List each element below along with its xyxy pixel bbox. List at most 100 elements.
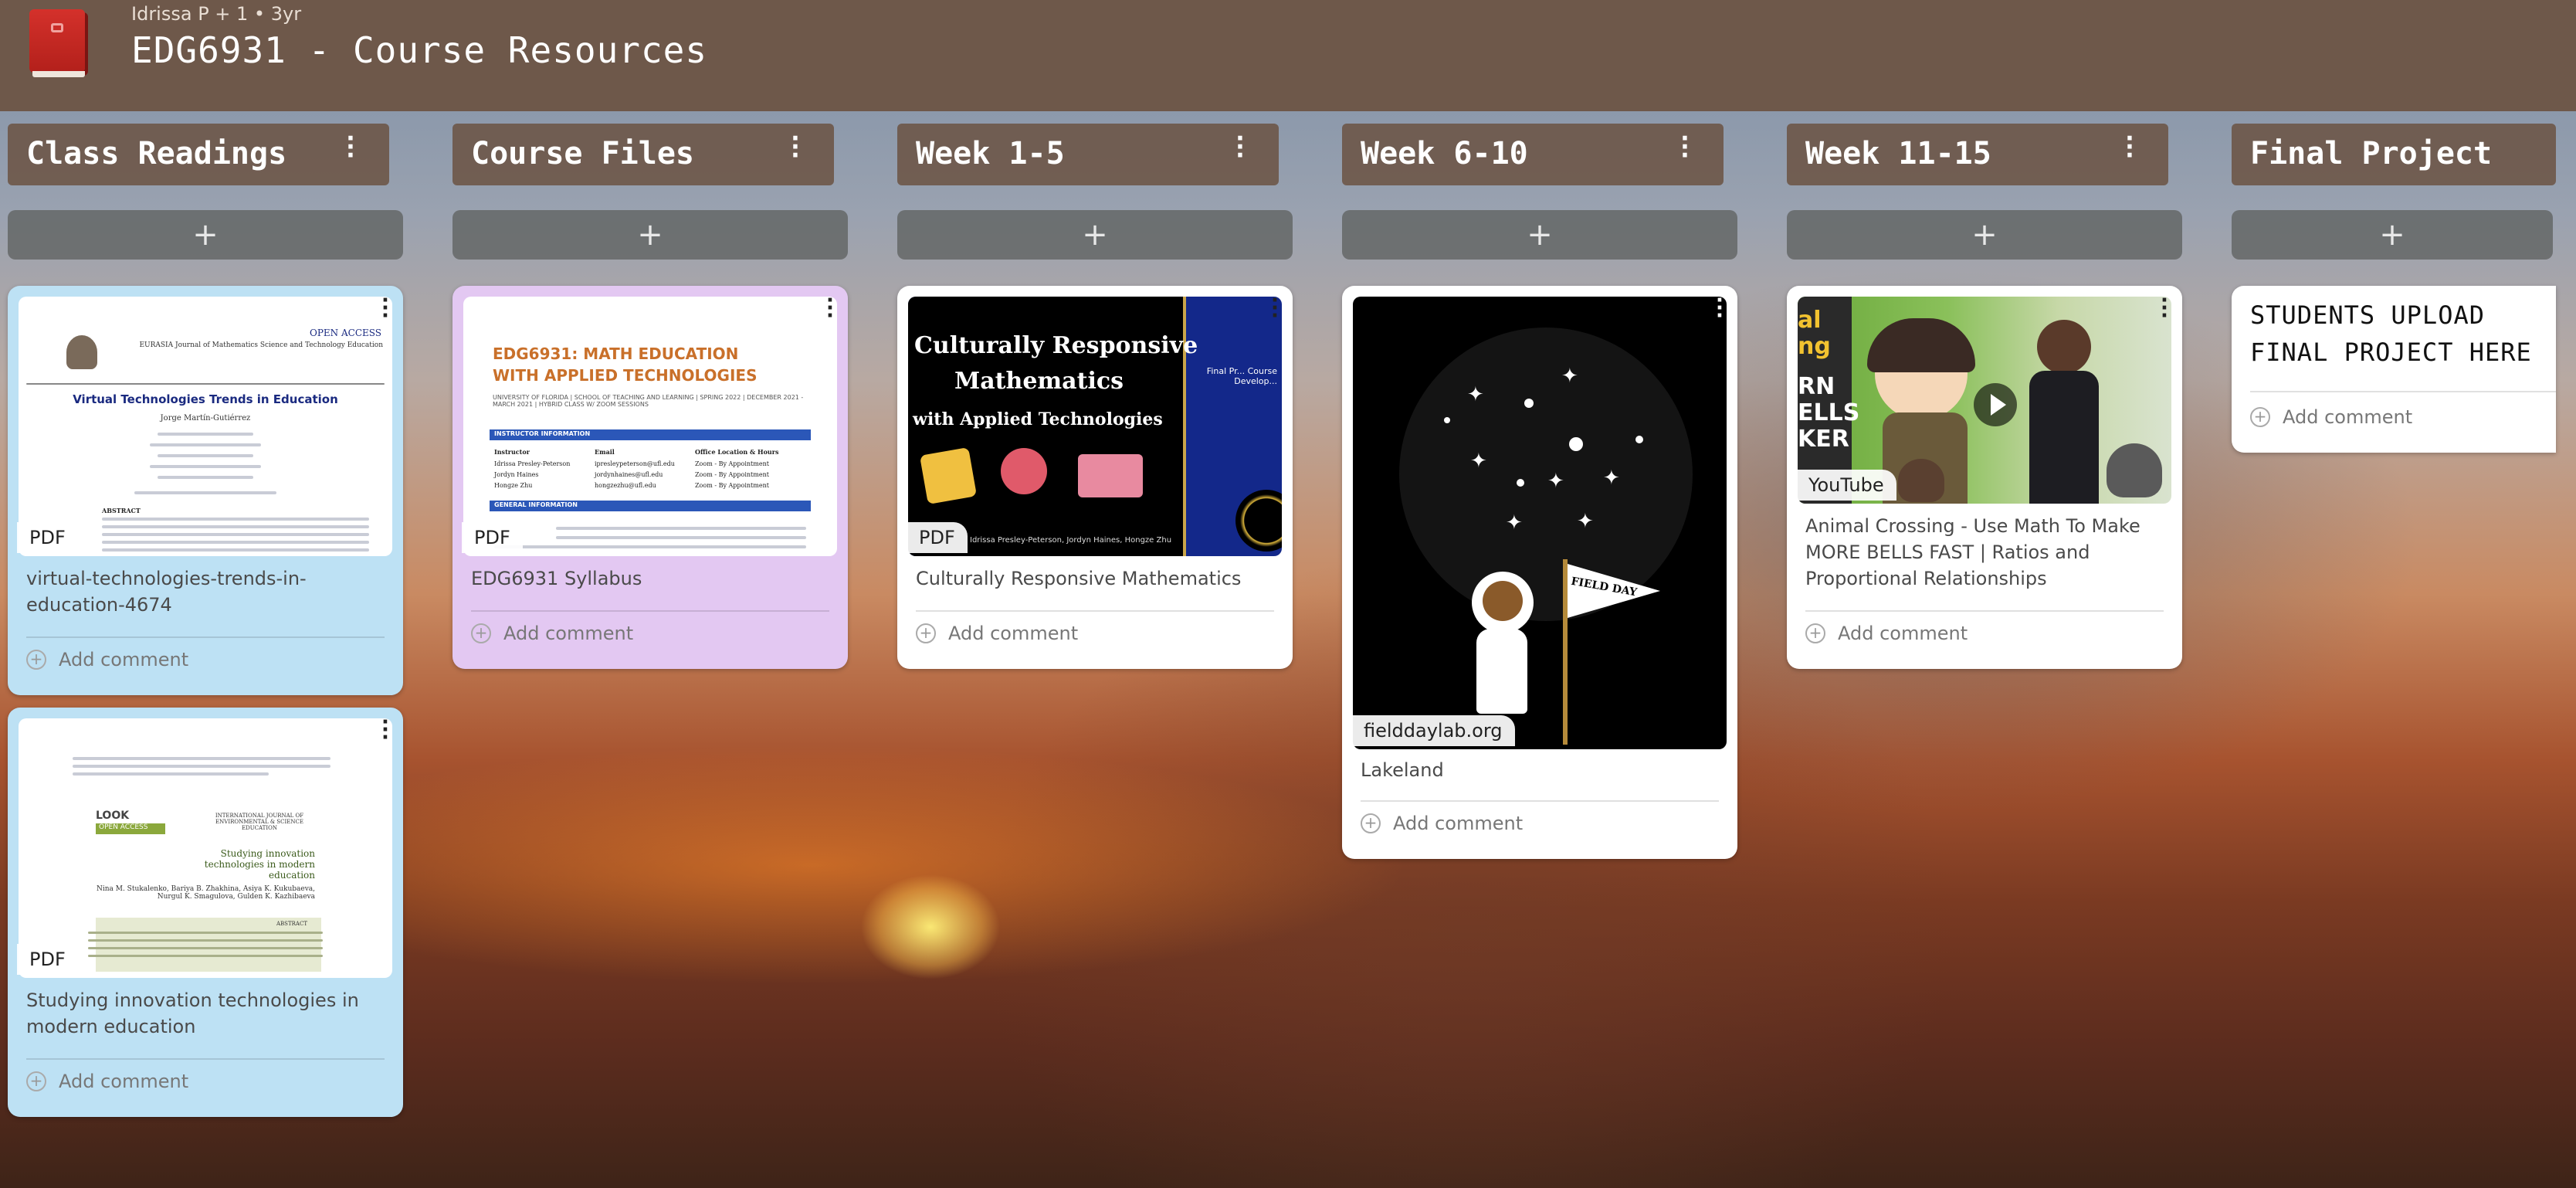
plus-icon: + [192,217,219,253]
kebab-icon[interactable]: · · · [1232,127,1248,168]
column-header-class-readings[interactable]: Class Readings · · · [8,124,389,185]
add-comment-button[interactable]: + Add comment [2250,406,2412,428]
post-title[interactable]: EDG6931 Syllabus [471,565,829,592]
post-title[interactable]: Animal Crossing - Use Math To Make MORE … [1805,513,2167,592]
doc-text: Zoom - By Appointment [695,471,769,478]
kebab-icon[interactable]: · · · [378,712,392,748]
post-title[interactable]: Culturally Responsive Mathematics [916,565,1274,592]
board-header: Idrissa P + 1 • 3yr EDG6931 - Course Res… [0,0,2576,111]
doc-text: EURASIA Journal of Mathematics Science a… [139,341,383,349]
star-icon: ✦ [1470,450,1487,473]
doc-text: jordynhaines@ufl.edu [595,471,663,478]
link-preview[interactable]: ✦ ✦ ✦ ✦ ✦ ✦ ✦ FIELD DAY [1353,297,1727,749]
post-card[interactable]: EDG6931: MATH EDUCATION WITH APPLIED TEC… [452,286,848,669]
kebab-icon[interactable]: · · · [2122,127,2137,168]
plus-icon: + [471,623,491,643]
post-title[interactable]: STUDENTS UPLOAD FINAL PROJECT HERE [2250,297,2548,371]
add-comment-button[interactable]: + Add comment [916,623,1078,644]
post-card[interactable]: STUDENTS UPLOAD FINAL PROJECT HERE + Add… [2232,286,2556,453]
book-icon[interactable] [29,9,85,77]
add-comment-button[interactable]: + Add comment [26,649,188,670]
doc-text: Hongze Zhu [494,482,533,489]
star-icon: ✦ [1547,470,1564,493]
kebab-icon[interactable]: · · · [1268,290,1282,326]
add-post-button[interactable]: + [8,210,403,260]
astronaut-body [1476,629,1527,714]
column-header-final-project[interactable]: Final Project [2232,124,2556,185]
plus-icon: + [637,217,663,253]
kebab-icon[interactable]: · · · [1713,290,1727,326]
doc-text: ABSTRACT [102,507,141,514]
doc-text: UNIVERSITY OF FLORIDA | SCHOOL OF TEACHI… [493,394,804,408]
add-comment-button[interactable]: + Add comment [471,623,633,644]
add-post-button[interactable]: + [452,210,848,260]
doc-text: EDG6931: MATH EDUCATION [493,345,739,363]
column-header-course-files[interactable]: Course Files · · · [452,124,834,185]
file-type-badge: PDF [907,522,968,553]
star-icon: ✦ [1506,511,1523,535]
column-header-week-6-10[interactable]: Week 6-10 · · · [1342,124,1724,185]
post-card[interactable]: ✦ ✦ ✦ ✦ ✦ ✦ ✦ FIELD DAY · · · fielddaylab.… [1342,286,1737,859]
kebab-icon[interactable]: · · · [823,290,837,326]
add-post-button[interactable]: + [1342,210,1737,260]
doc-text: Office Location & Hours [695,448,779,456]
plus-icon: + [1971,217,1998,253]
journal-logo [66,335,97,369]
thumb-text: al [1798,307,1822,334]
add-comment-label: Add comment [948,623,1079,644]
kebab-icon[interactable]: · · · [788,127,803,168]
doc-text: INSTRUCTOR INFORMATION [494,430,591,437]
plus-icon: + [1805,623,1825,643]
kebab-icon[interactable]: · · · [1677,127,1693,168]
doc-text: Nina M. Stukalenko, Bariya B. Zhakhina, … [96,885,315,901]
pdf-preview[interactable]: Culturally Responsive Mathematics with A… [908,297,1282,556]
journal-logo: LOOK [96,810,130,822]
board-title[interactable]: EDG6931 - Course Resources [131,29,707,71]
pdf-preview[interactable]: OPEN ACCESS EURASIA Journal of Mathemati… [19,297,392,556]
star-icon: ✦ [1561,365,1578,388]
add-comment-button[interactable]: + Add comment [1805,623,1968,644]
post-title[interactable]: Lakeland [1361,757,1719,783]
doc-text: Jorge Martín-Gutiérrez [160,414,251,423]
kebab-icon[interactable]: · · · [2157,290,2171,326]
add-post-button[interactable]: + [897,210,1293,260]
person-body [2029,371,2099,504]
doc-text: Mathematics [954,368,1124,395]
add-post-button[interactable]: + [2232,210,2553,260]
doc-text: Final Pr... Course Develop... [1206,366,1277,386]
post-card[interactable]: Culturally Responsive Mathematics with A… [897,286,1293,669]
plus-icon: + [1082,217,1108,253]
column-title: Week 1-5 [916,136,1065,171]
kebab-icon[interactable]: · · · [378,290,392,326]
add-comment-button[interactable]: + Add comment [1361,813,1523,834]
plus-icon: + [1527,217,1553,253]
post-card[interactable]: al ng RN ELLS KER · · · YouTube Animal Cro… [1787,286,2182,669]
doc-text: Zoom - By Appointment [695,482,769,489]
decor-circle [1235,490,1282,552]
doc-text: OPEN ACCESS [99,823,148,831]
add-comment-label: Add comment [2283,406,2413,428]
file-type-badge: PDF [462,522,523,553]
fieldday-illustration: ✦ ✦ ✦ ✦ ✦ ✦ ✦ FIELD DAY [1353,297,1727,749]
column-title: Week 6-10 [1361,136,1528,171]
doc-text: Idrissa Presley-Peterson [494,460,571,467]
add-comment-button[interactable]: + Add comment [26,1071,188,1092]
pdf-preview[interactable]: EDG6931: MATH EDUCATION WITH APPLIED TEC… [463,297,837,556]
post-title[interactable]: Studying innovation technologies in mode… [26,987,385,1040]
plus-icon: + [1361,813,1381,833]
star-icon: ✦ [1603,467,1620,490]
star-icon: ✦ [1577,510,1594,533]
pdf-preview[interactable]: LOOK OPEN ACCESS INTERNATIONAL JOURNAL O… [19,718,392,978]
kebab-icon[interactable]: · · · [343,127,358,168]
column-header-week-11-15[interactable]: Week 11-15 · · · [1787,124,2168,185]
add-post-button[interactable]: + [1787,210,2182,260]
play-triangle [1991,394,2006,416]
column-header-week-1-5[interactable]: Week 1-5 · · · [897,124,1279,185]
post-title[interactable]: virtual-technologies-trends-in-education… [26,565,385,618]
post-card[interactable]: OPEN ACCESS EURASIA Journal of Mathemati… [8,286,403,695]
plus-icon: + [26,650,46,670]
raccoon-illustration [2107,443,2162,497]
board-meta: Idrissa P + 1 • 3yr [131,3,302,25]
post-card[interactable]: LOOK OPEN ACCESS INTERNATIONAL JOURNAL O… [8,708,403,1117]
thumb-text: RN [1798,373,1835,400]
